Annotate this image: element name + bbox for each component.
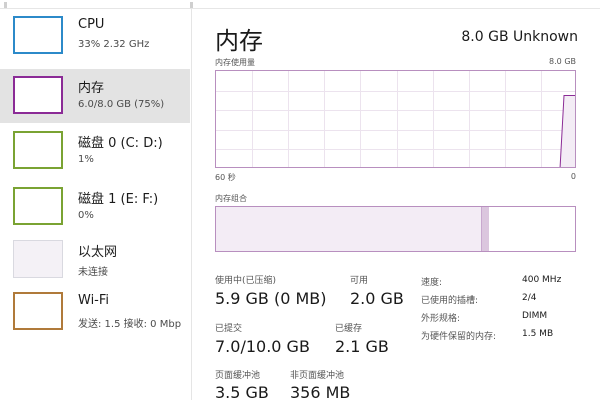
sidebar-item-disk-1[interactable]: 磁盘 1 (E: F:) 0% xyxy=(0,180,190,234)
window-top-strip xyxy=(0,0,600,9)
sidebar-item-subtext: 发送: 1.5 接收: 0 Mbp xyxy=(78,319,182,330)
performance-sidebar: CPU 33% 2.32 GHz 内存 6.0/8.0 GB (75%) 磁盘 … xyxy=(0,9,192,400)
form-factor-value: DIMM xyxy=(522,311,548,321)
memory-device-name: 8.0 GB Unknown xyxy=(461,29,578,45)
available-label: 可用 xyxy=(350,276,369,286)
composition-label: 内存组合 xyxy=(215,194,247,203)
memory-usage-graph xyxy=(215,70,576,168)
sidebar-item-subtext: 未连接 xyxy=(78,267,108,278)
composition-in-use-segment xyxy=(216,207,482,251)
memory-detail-panel: 内存 8.0 GB Unknown 内存使用量 8.0 GB 60 秒 0 内存… xyxy=(192,9,600,400)
top-strip-mark xyxy=(4,2,7,8)
page-title: 内存 xyxy=(215,27,263,55)
hardware-reserved-label: 为硬件保留的内存: xyxy=(421,332,497,342)
sidebar-item-disk-0[interactable]: 磁盘 0 (C: D:) 1% xyxy=(0,124,190,178)
speed-label: 速度: xyxy=(421,278,443,288)
paged-pool-label: 页面缓冲池 xyxy=(215,371,261,381)
memory-composition-bar xyxy=(215,206,576,252)
slots-used-value: 2/4 xyxy=(522,293,537,303)
sidebar-item-cpu[interactable]: CPU 33% 2.32 GHz xyxy=(0,9,190,63)
usage-graph-x-end-label: 0 xyxy=(570,172,576,181)
memory-usage-graph-svg xyxy=(216,71,575,167)
cpu-graph-thumbnail xyxy=(13,16,63,54)
cached-label: 已缓存 xyxy=(335,324,363,334)
sidebar-item-label: 磁盘 1 (E: F:) xyxy=(78,192,159,207)
composition-modified-segment xyxy=(482,207,489,251)
sidebar-item-subtext: 6.0/8.0 GB (75%) xyxy=(78,99,165,110)
committed-label: 已提交 xyxy=(215,324,243,334)
sidebar-item-subtext: 1% xyxy=(78,154,94,165)
committed-value: 7.0/10.0 GB xyxy=(215,337,310,356)
sidebar-item-label: CPU xyxy=(78,17,105,32)
sidebar-item-subtext: 33% 2.32 GHz xyxy=(78,39,150,50)
usage-graph-max-label: 8.0 GB xyxy=(549,57,576,66)
nonpaged-pool-value: 356 MB xyxy=(290,383,351,400)
usage-graph-x-start-label: 60 秒 xyxy=(215,173,236,182)
ethernet-graph-thumbnail xyxy=(13,240,63,278)
sidebar-item-ethernet[interactable]: 以太网 未连接 xyxy=(0,233,190,287)
cached-value: 2.1 GB xyxy=(335,337,389,356)
speed-value: 400 MHz xyxy=(522,275,562,285)
sidebar-item-memory[interactable]: 内存 6.0/8.0 GB (75%) xyxy=(0,69,190,123)
disk-graph-thumbnail xyxy=(13,187,63,225)
in-use-value: 5.9 GB (0 MB) xyxy=(215,289,327,308)
sidebar-item-subtext: 0% xyxy=(78,210,94,221)
sidebar-item-label: Wi-Fi xyxy=(78,293,110,308)
slots-used-label: 已使用的插槽: xyxy=(421,296,479,306)
wifi-graph-thumbnail xyxy=(13,292,63,330)
in-use-label: 使用中(已压缩) xyxy=(215,276,277,286)
sidebar-item-wifi[interactable]: Wi-Fi 发送: 1.5 接收: 0 Mbp xyxy=(0,285,190,339)
memory-graph-thumbnail xyxy=(13,76,63,114)
sidebar-item-label: 内存 xyxy=(78,81,105,96)
paged-pool-value: 3.5 GB xyxy=(215,383,269,400)
disk-graph-thumbnail xyxy=(13,131,63,169)
task-manager-window: CPU 33% 2.32 GHz 内存 6.0/8.0 GB (75%) 磁盘 … xyxy=(0,0,600,400)
nonpaged-pool-label: 非页面缓冲池 xyxy=(290,371,345,381)
sidebar-item-label: 以太网 xyxy=(78,245,118,260)
available-value: 2.0 GB xyxy=(350,289,404,308)
form-factor-label: 外形规格: xyxy=(421,314,461,324)
top-strip-mark xyxy=(190,2,193,8)
usage-graph-label: 内存使用量 xyxy=(215,58,255,67)
sidebar-item-label: 磁盘 0 (C: D:) xyxy=(78,136,163,151)
hardware-reserved-value: 1.5 MB xyxy=(522,329,554,339)
